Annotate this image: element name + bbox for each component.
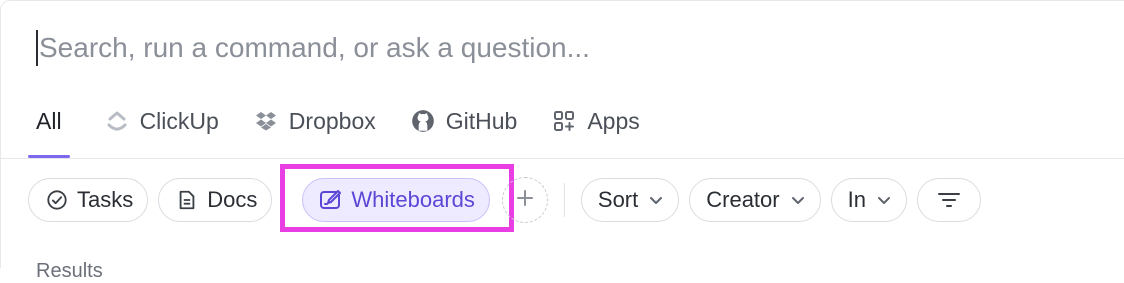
tab-label: Apps	[587, 107, 640, 134]
tab-label: GitHub	[445, 107, 518, 134]
document-icon	[175, 188, 199, 212]
creator-dropdown[interactable]: Creator	[689, 178, 821, 222]
github-icon	[410, 108, 436, 134]
chip-label: Docs	[207, 187, 258, 212]
tab-dropbox[interactable]: Dropbox	[253, 100, 376, 142]
clickup-logo-icon	[104, 108, 130, 134]
tab-github[interactable]: GitHub	[410, 100, 518, 142]
sort-dropdown[interactable]: Sort	[580, 178, 680, 222]
plus-icon	[515, 188, 535, 213]
chips-divider	[563, 183, 565, 217]
dropbox-icon	[253, 108, 279, 134]
chevron-down-icon	[648, 192, 664, 208]
search-bar[interactable]	[36, 24, 1036, 72]
filter-chips: Tasks Docs Whiteboards Sort Creator In	[28, 177, 991, 223]
tab-clickup[interactable]: ClickUp	[104, 100, 219, 142]
chip-label: Tasks	[77, 187, 134, 212]
chevron-down-icon	[790, 192, 806, 208]
apps-grid-icon	[551, 108, 577, 134]
chip-label: Whiteboards	[351, 187, 475, 212]
chip-label: Creator	[706, 187, 780, 212]
tab-label: ClickUp	[139, 107, 219, 134]
check-circle-icon	[45, 188, 69, 212]
results-heading: Results	[36, 260, 103, 282]
tab-apps[interactable]: Apps	[551, 100, 640, 142]
text-caret	[36, 30, 38, 66]
tasks-chip[interactable]: Tasks	[28, 178, 149, 222]
filter-lines-icon	[936, 190, 962, 210]
source-tabs: All ClickUp Dropbox GitHub Apps	[28, 100, 674, 160]
chip-label: In	[847, 187, 866, 212]
tabs-divider	[0, 158, 1124, 159]
whiteboards-chip[interactable]: Whiteboards	[302, 178, 490, 222]
tab-label: All	[36, 107, 62, 134]
tab-all[interactable]: All	[28, 100, 70, 158]
chevron-down-icon	[876, 192, 892, 208]
search-input[interactable]	[39, 32, 939, 64]
chip-label: Sort	[597, 187, 639, 212]
in-dropdown[interactable]: In	[830, 178, 907, 222]
filter-options-button[interactable]	[916, 178, 981, 222]
docs-chip[interactable]: Docs	[158, 178, 273, 222]
whiteboard-pen-icon	[319, 188, 343, 212]
tab-label: Dropbox	[288, 107, 376, 134]
add-filter-button[interactable]	[501, 177, 548, 223]
